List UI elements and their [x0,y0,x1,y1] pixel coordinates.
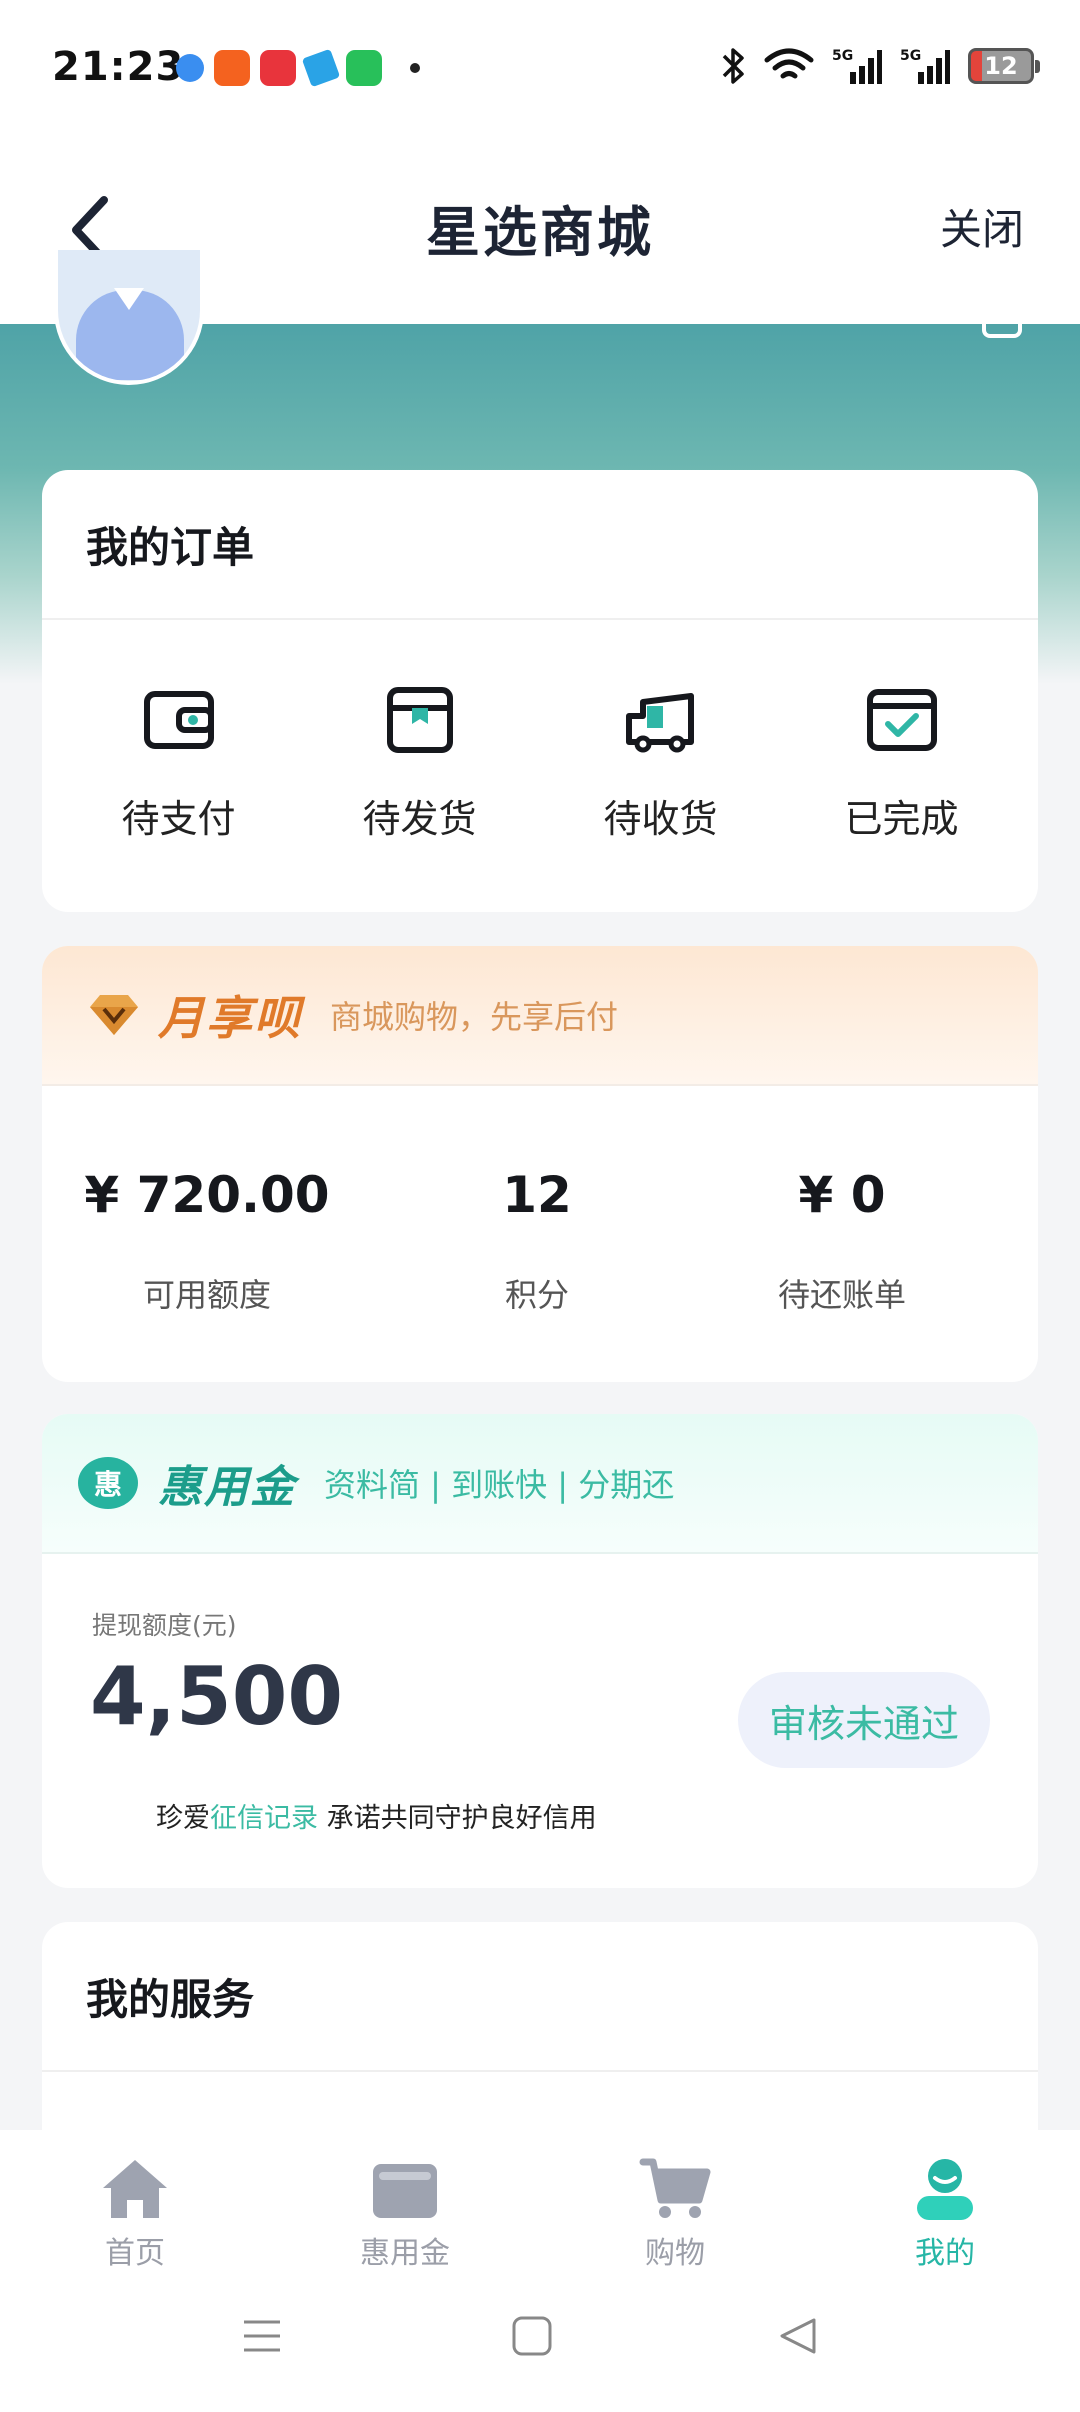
tab-label: 首页 [105,2236,165,2271]
status-time: 21:23 [52,44,185,90]
signal-5g-icon: 5G [832,48,882,84]
wallet-icon [143,691,214,749]
tab-home[interactable]: 首页 [0,2130,270,2286]
app-notification-icon [176,54,204,82]
order-status-label: 待支付 [121,797,236,841]
close-button[interactable]: 关闭 [940,196,1024,257]
svg-text:5G: 5G [900,48,921,64]
credit-note: 珍爱征信记录 承诺共同守护良好信用 [156,1796,597,1835]
app-notification-icon [301,48,341,88]
status-bar: 21:23 5G 5G 12 [0,0,1080,140]
app-notification-icon [346,50,382,86]
stat-label: 待还账单 [777,1276,906,1314]
wallet-icon [373,2164,437,2218]
monthly-stats: ¥ 720.00 可用额度 12 积分 ¥ 0 待还账单 [42,1166,1038,1316]
tab-label: 惠用金 [360,2236,450,2271]
battery-icon: 12 [968,48,1040,84]
stat-label: 积分 [504,1276,569,1314]
hyj-brand: 惠用金 [158,1462,296,1513]
hyj-header: 惠 惠用金 资料简 | 到账快 | 分期还 [42,1414,1038,1554]
order-status-label: 待收货 [603,797,718,841]
monthly-pay-slogan: 商城购物，先享后付 [330,998,619,1036]
pending-bill[interactable]: ¥ 0 待还账单 [702,1166,982,1316]
order-pending-payment[interactable]: 待支付 [69,680,289,843]
system-navigation-bar [0,2286,1080,2412]
check-box-icon [866,689,937,751]
wifi-icon [764,48,814,79]
withdraw-quota-label: 提现额度(元) [92,1611,237,1640]
orders-title: 我的订单 [42,470,1038,620]
order-status-label: 待发货 [362,797,477,841]
tab-label: 我的 [915,2236,975,2271]
withdraw-quota-value: 4,500 [90,1650,344,1743]
hyj-logo-icon: 惠 [78,1457,138,1509]
status-indicators: 5G 5G 12 [720,46,1040,86]
credit-note-suffix: 承诺共同守护良好信用 [326,1803,597,1834]
avatar[interactable] [54,250,204,385]
menu-icon[interactable] [240,2314,284,2358]
stat-value: ¥ 720.00 [84,1166,330,1224]
stat-value: ¥ 0 [798,1166,886,1224]
truck-icon [625,693,694,753]
bluetooth-icon [722,48,744,84]
tab-shopping[interactable]: 购物 [540,2130,810,2286]
tab-hyj[interactable]: 惠用金 [270,2130,540,2286]
message-icon[interactable] [982,318,1022,338]
hyj-loan-card[interactable]: 惠 惠用金 资料简 | 到账快 | 分期还 提现额度(元) 4,500 审核未通… [42,1414,1038,1888]
order-pending-shipment[interactable]: 待发货 [310,680,530,843]
credit-record-link[interactable]: 征信记录 [210,1803,318,1834]
points[interactable]: 12 积分 [372,1166,702,1316]
app-notification-icon [214,50,250,86]
order-pending-receipt[interactable]: 待收货 [551,680,771,843]
services-title: 我的服务 [42,1922,1038,2072]
monthly-pay-brand: 月享呗 [158,991,302,1045]
order-status-label: 已完成 [844,797,959,841]
tab-mine[interactable]: 我的 [810,2130,1080,2286]
review-status-button[interactable]: 审核未通过 [738,1672,990,1768]
credit-note-prefix: 珍爱 [156,1803,210,1834]
hyj-slogan: 资料简 | 到账快 | 分期还 [324,1466,675,1504]
stat-label: 可用额度 [142,1276,271,1314]
svg-text:5G: 5G [832,48,853,64]
home-square-icon[interactable] [510,2314,554,2358]
cart-icon [639,2158,711,2218]
tab-label: 购物 [645,2236,705,2271]
bottom-tab-bar: 首页 惠用金 购物 我的 [0,2130,1080,2286]
signal-5g-icon: 5G [900,48,950,84]
order-completed[interactable]: 已完成 [792,680,1012,843]
monthly-pay-header: 月享呗 商城购物，先享后付 [42,946,1038,1086]
available-credit[interactable]: ¥ 720.00 可用额度 [42,1166,372,1316]
order-status-row: 待支付 待发货 待收货 已完成 [42,680,1038,843]
app-notification-icon [260,50,296,86]
monthly-pay-card[interactable]: 月享呗 商城购物，先享后付 ¥ 720.00 可用额度 12 积分 ¥ 0 待还… [42,946,1038,1382]
stat-value: 12 [502,1166,572,1224]
orders-card: 我的订单 待支付 待发货 待收货 已完成 [42,470,1038,912]
back-triangle-icon[interactable] [776,2314,820,2358]
more-notifications-dot [410,63,420,73]
box-icon [386,687,453,753]
home-icon [103,2160,167,2218]
diamond-icon [90,995,138,1035]
profile-icon [917,2159,973,2220]
notification-icons [176,48,420,88]
